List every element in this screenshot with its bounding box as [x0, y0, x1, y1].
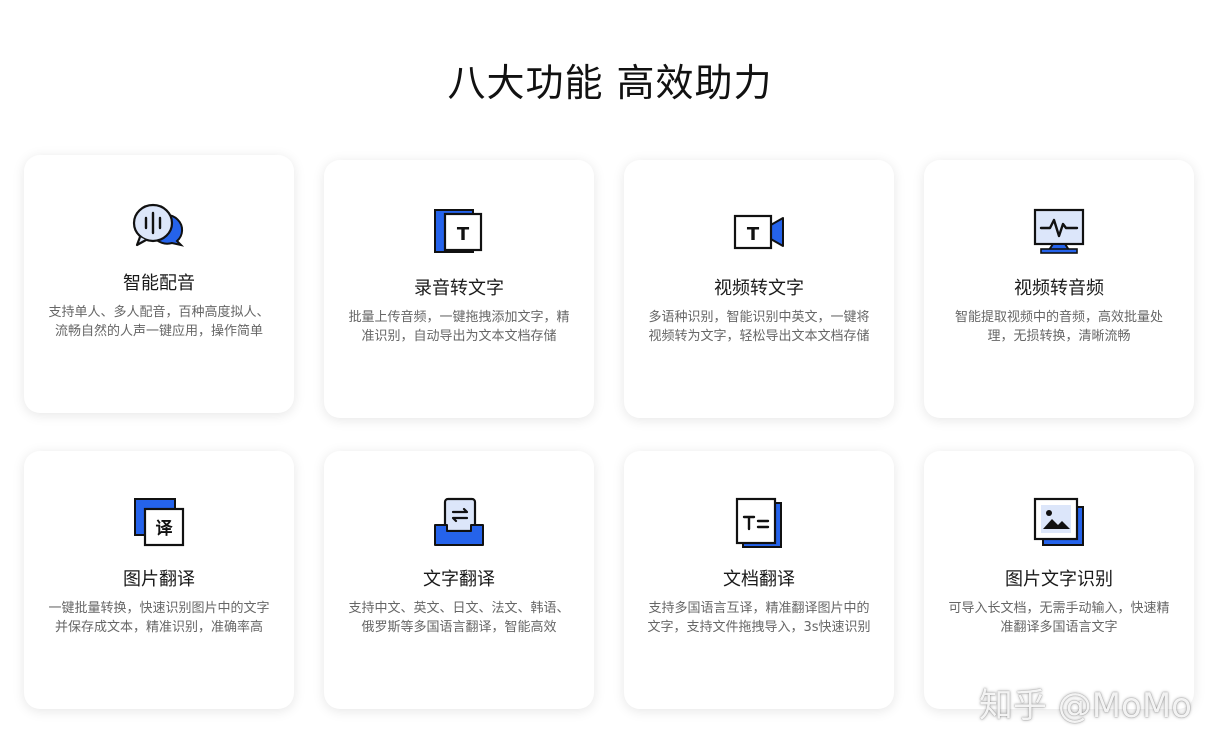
feature-description: 支持中文、英文、日文、法文、韩语、俄罗斯等多国语言翻译，智能高效: [348, 601, 570, 635]
image-recognition-icon: [1031, 495, 1087, 551]
feature-description: 支持多国语言互译，精准翻译图片中的文字，支持文件拖拽导入，3s快速识别: [647, 601, 871, 635]
document-translate-icon: [731, 495, 787, 551]
voice-bubble-icon: [131, 199, 187, 255]
text-swap-icon: [431, 495, 487, 551]
feature-title: 图片翻译: [123, 569, 195, 590]
feature-card-image-translation[interactable]: 译 图片翻译 一键批量转换，快速识别图片中的文字并保存成文本，精准识别，准确率高: [24, 451, 294, 709]
feature-card-video-to-text[interactable]: T 视频转文字 多语种识别，智能识别中英文，一键将视频转为文字，轻松导出文本文档…: [624, 160, 894, 418]
feature-card-smart-dubbing[interactable]: 智能配音 支持单人、多人配音，百种高度拟人、流畅自然的人声一键应用，操作简单: [24, 155, 294, 413]
video-text-icon: T: [731, 204, 787, 260]
translate-glyph: 译: [156, 519, 174, 539]
svg-text:T: T: [747, 224, 760, 245]
feature-card-document-translation[interactable]: 文档翻译 支持多国语言互译，精准翻译图片中的文字，支持文件拖拽导入，3s快速识别: [624, 451, 894, 709]
feature-title: 文字翻译: [423, 569, 495, 590]
feature-title: 视频转音频: [1014, 278, 1104, 299]
feature-card-text-translation[interactable]: 文字翻译 支持中文、英文、日文、法文、韩语、俄罗斯等多国语言翻译，智能高效: [324, 451, 594, 709]
feature-description: 支持单人、多人配音，百种高度拟人、流畅自然的人声一键应用，操作简单: [48, 305, 270, 339]
image-translate-icon: 译: [131, 495, 187, 551]
feature-title: 文档翻译: [723, 569, 795, 590]
feature-description: 批量上传音频，一键拖拽添加文字，精准识别，自动导出为文本文档存储: [348, 310, 570, 344]
watermark-text: 知乎 @MoMo: [978, 686, 1192, 726]
text-document-icon: T: [431, 204, 487, 260]
feature-description: 一键批量转换，快速识别图片中的文字并保存成文本，精准识别，准确率高: [48, 601, 270, 635]
page-title: 八大功能 高效助力: [447, 61, 773, 105]
feature-description: 智能提取视频中的音频，高效批量处理，无损转换，清晰流畅: [954, 310, 1163, 344]
feature-card-video-to-audio[interactable]: 视频转音频 智能提取视频中的音频，高效批量处理，无损转换，清晰流畅: [924, 160, 1194, 418]
feature-title: 录音转文字: [414, 278, 504, 299]
feature-title: 智能配音: [123, 273, 195, 294]
feature-card-image-text-recognition[interactable]: 图片文字识别 可导入长文档，无需手动输入，快速精准翻译多国语言文字: [924, 451, 1194, 709]
feature-description: 多语种识别，智能识别中英文，一键将视频转为文字，轻松导出文本文档存储: [648, 310, 870, 344]
feature-description: 可导入长文档，无需手动输入，快速精准翻译多国语言文字: [948, 601, 1170, 635]
feature-title: 视频转文字: [714, 278, 804, 299]
svg-text:T: T: [457, 224, 470, 245]
monitor-waveform-icon: [1031, 204, 1087, 260]
feature-card-audio-to-text[interactable]: T 录音转文字 批量上传音频，一键拖拽添加文字，精准识别，自动导出为文本文档存储: [324, 160, 594, 418]
feature-title: 图片文字识别: [1005, 569, 1113, 590]
